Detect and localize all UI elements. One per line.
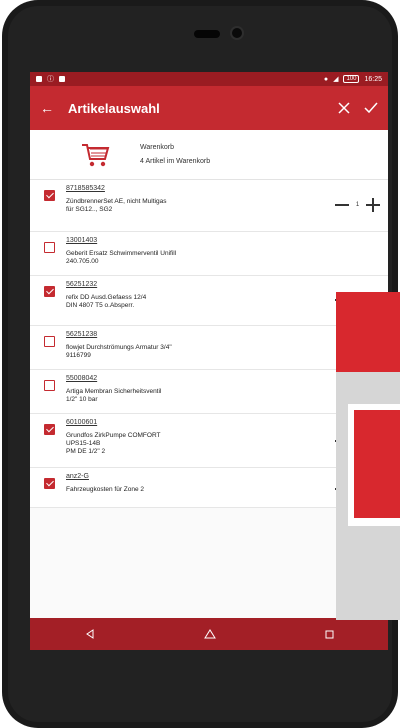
back-triangle-icon[interactable]: [85, 629, 95, 639]
cart-count: 4 Artikel im Warenkorb: [140, 157, 211, 165]
alert-icon: ⓘ: [47, 76, 54, 83]
page-title: Artikelauswahl: [68, 100, 160, 116]
status-bar: ⓘ ● ◢ 100 16:25: [30, 72, 388, 86]
list-item[interactable]: 55008042 Artiga Membran Sicherheitsventi…: [30, 370, 388, 414]
popup-image: [354, 410, 400, 518]
quantity-value: 1: [355, 202, 360, 208]
article-code[interactable]: 8718585342: [66, 184, 388, 194]
notification-icon: [36, 76, 42, 82]
list-item[interactable]: 56251238 flowjet Durchströmungs Armatur …: [30, 326, 388, 370]
checkbox[interactable]: [44, 336, 55, 347]
list-item[interactable]: anz2-G Fahrzeugkosten für Zone 2 1: [30, 468, 388, 508]
popup-header: [336, 292, 400, 372]
navigation-bar: [30, 618, 388, 650]
list-item[interactable]: 60100601 Grundfos ZirkPumpe COMFORT UPS1…: [30, 414, 388, 468]
recent-apps-icon[interactable]: [325, 630, 334, 639]
checkbox[interactable]: [44, 478, 55, 489]
checkbox[interactable]: [44, 380, 55, 391]
minus-button[interactable]: [335, 204, 349, 206]
list-item[interactable]: 56251232 refix DD Ausd.Gefaess 12/4 DIN …: [30, 276, 388, 326]
popup-overlay: [336, 292, 400, 620]
cart-title: Warenkorb: [140, 143, 174, 151]
phone-frame: ⓘ ● ◢ 100 16:25 ← Artikelauswahl Warenko…: [2, 0, 400, 728]
shopping-cart-icon: [82, 143, 110, 166]
check-icon[interactable]: [364, 102, 378, 114]
clock: 16:25: [364, 75, 382, 83]
signal-icon: ◢: [333, 76, 339, 83]
back-arrow-icon[interactable]: ←: [40, 100, 62, 116]
home-icon[interactable]: [203, 629, 216, 639]
plus-button[interactable]: [366, 198, 380, 212]
close-icon[interactable]: [338, 102, 350, 114]
list-item[interactable]: 8718585342 ZündbrennerSet AE, nicht Mult…: [30, 180, 388, 232]
wifi-icon: ●: [323, 75, 329, 83]
speaker-grille: [194, 30, 220, 38]
app-bar: ← Artikelauswahl: [30, 86, 388, 130]
article-description: Geberit Ersatz Schwimmerventil Unifill 2…: [66, 250, 177, 265]
article-list: 8718585342 ZündbrennerSet AE, nicht Mult…: [30, 180, 388, 508]
list-item[interactable]: 13001403 Geberit Ersatz Schwimmerventil …: [30, 232, 388, 276]
checkbox[interactable]: [44, 190, 55, 201]
article-code[interactable]: 56251232: [66, 280, 388, 290]
article-code[interactable]: 13001403: [66, 236, 388, 246]
checkbox[interactable]: [44, 242, 55, 253]
checkbox[interactable]: [44, 286, 55, 297]
front-camera: [230, 26, 244, 40]
battery-icon: 100: [343, 75, 360, 83]
cart-summary[interactable]: Warenkorb 4 Artikel im Warenkorb: [30, 130, 388, 180]
checkbox[interactable]: [44, 424, 55, 435]
notification-icon: [59, 76, 65, 82]
quantity-stepper: 1: [335, 198, 380, 212]
app-screen: ⓘ ● ◢ 100 16:25 ← Artikelauswahl Warenko…: [30, 72, 388, 650]
